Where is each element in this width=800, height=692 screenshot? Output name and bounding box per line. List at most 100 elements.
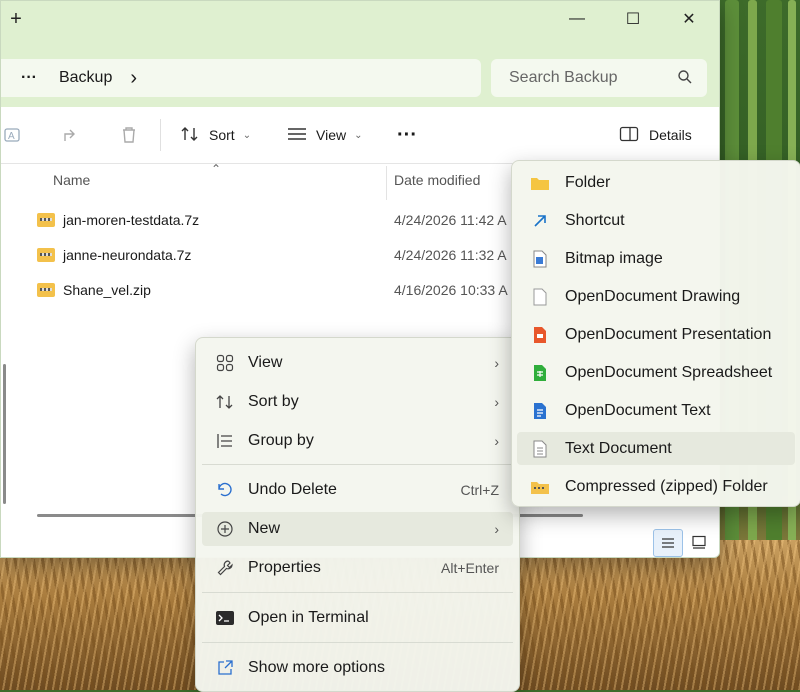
file-date: 4/24/2026 11:42 A [394, 212, 507, 228]
title-bar: + — ☐ ✕ [1, 1, 719, 49]
zip-file-icon [37, 248, 55, 262]
file-date: 4/16/2026 10:33 A [394, 282, 508, 298]
menu-item-sort-by[interactable]: Sort by › [202, 385, 513, 419]
vertical-scrollbar[interactable] [3, 364, 6, 504]
plus-circle-icon [214, 518, 236, 540]
menu-item-open-in-terminal[interactable]: Open in Terminal [202, 601, 513, 635]
menu-item-group-by[interactable]: Group by › [202, 424, 513, 458]
file-name: jan-moren-testdata.7z [63, 212, 200, 228]
zip-file-icon [37, 213, 55, 227]
terminal-icon [214, 607, 236, 629]
details-pane-button[interactable]: Details [619, 107, 692, 163]
shortcut-text: Ctrl+Z [460, 482, 500, 498]
breadcrumb-folder[interactable]: Backup [59, 69, 112, 87]
new-presentation-item[interactable]: OpenDocument Presentation [517, 318, 795, 351]
context-menu: View › Sort by › Group by › Undo Delete … [195, 337, 520, 692]
undo-icon [214, 479, 236, 501]
view-icon [286, 126, 308, 145]
details-view-button[interactable] [653, 529, 683, 557]
tiles-view-button[interactable] [685, 529, 713, 555]
txt-icon [529, 438, 551, 460]
shortcut-text: Alt+Enter [441, 560, 499, 576]
menu-separator [202, 642, 513, 643]
new-text-doc-item[interactable]: OpenDocument Text [517, 394, 795, 427]
breadcrumb-chevron-icon[interactable]: › [130, 67, 137, 90]
file-row[interactable]: Shane_vel.zip 4/16/2026 10:33 A [37, 274, 508, 306]
wrench-icon [214, 557, 236, 579]
file-date: 4/24/2026 11:32 A [394, 247, 507, 263]
chevron-right-icon: › [494, 355, 499, 371]
breadcrumb-more-button[interactable]: ··· [21, 69, 37, 87]
new-drawing-item[interactable]: OpenDocument Drawing [517, 280, 795, 313]
chevron-down-icon: ⌄ [242, 129, 252, 141]
details-label: Details [649, 127, 692, 143]
column-header-name[interactable]: Name [53, 172, 90, 188]
new-text-document-item[interactable]: Text Document [517, 432, 795, 465]
address-bar[interactable]: ··· Backup › [1, 59, 481, 97]
presentation-icon [529, 324, 551, 346]
search-icon [677, 69, 693, 90]
search-box[interactable]: Search Backup [491, 59, 707, 97]
column-header-date-modified[interactable]: Date modified [394, 172, 480, 188]
shortcut-icon [529, 210, 551, 232]
sort-ascending-icon: ⌃ [211, 162, 222, 176]
new-zip-folder-item[interactable]: Compressed (zipped) Folder [517, 470, 795, 503]
menu-item-label: Sort by [248, 393, 299, 410]
drawing-icon [529, 286, 551, 308]
zip-file-icon [37, 283, 55, 297]
view-label: View [316, 127, 347, 143]
menu-item-label: New [248, 520, 281, 537]
menu-item-new[interactable]: New › [202, 512, 513, 546]
bitmap-icon [529, 248, 551, 270]
file-name: janne-neurondata.7z [63, 247, 192, 263]
submenu-item-label: Shortcut [565, 211, 625, 229]
new-folder-item[interactable]: Folder [517, 166, 795, 199]
menu-item-label: Undo Delete [248, 481, 337, 498]
file-name: Shane_vel.zip [63, 282, 151, 298]
new-tab-button[interactable]: + [1, 1, 31, 37]
toolbar-divider [160, 119, 161, 151]
search-placeholder: Search Backup [509, 69, 618, 86]
close-button[interactable]: ✕ [661, 1, 717, 37]
svg-text:A: A [8, 131, 15, 142]
delete-icon[interactable] [119, 107, 139, 163]
submenu-item-label: OpenDocument Spreadsheet [565, 363, 773, 381]
submenu-item-label: Folder [565, 173, 611, 191]
share-icon[interactable] [61, 107, 81, 163]
menu-item-label: Open in Terminal [248, 609, 369, 626]
submenu-item-label: OpenDocument Presentation [565, 325, 772, 343]
submenu-item-label: OpenDocument Text [565, 401, 711, 419]
menu-item-show-more-options[interactable]: Show more options [202, 651, 513, 685]
see-more-button[interactable]: ··· [397, 107, 417, 163]
view-button[interactable]: View ⌄ [286, 107, 362, 163]
menu-separator [202, 464, 513, 465]
menu-item-label: Group by [248, 432, 314, 449]
sort-label: Sort [209, 127, 235, 143]
new-spreadsheet-item[interactable]: OpenDocument Spreadsheet [517, 356, 795, 389]
new-shortcut-item[interactable]: Shortcut [517, 204, 795, 237]
file-row[interactable]: janne-neurondata.7z 4/24/2026 11:32 A [37, 239, 507, 271]
minimize-button[interactable]: — [549, 1, 605, 37]
share-out-icon [214, 657, 236, 679]
submenu-item-label: Text Document [565, 439, 672, 457]
group-icon [214, 430, 236, 452]
file-row[interactable]: jan-moren-testdata.7z 4/24/2026 11:42 A [37, 204, 507, 236]
column-divider[interactable] [386, 166, 387, 200]
sort-icon [214, 391, 236, 413]
menu-item-label: Properties [248, 559, 321, 576]
new-submenu: Folder Shortcut Bitmap image OpenDocumen… [511, 160, 800, 507]
chevron-right-icon: › [494, 521, 499, 537]
menu-item-properties[interactable]: Properties Alt+Enter [202, 551, 513, 585]
rename-icon[interactable]: A [3, 107, 23, 163]
menu-item-view[interactable]: View › [202, 346, 513, 380]
sort-icon [179, 124, 201, 147]
new-bitmap-item[interactable]: Bitmap image [517, 242, 795, 275]
grid-icon [214, 352, 236, 374]
maximize-button[interactable]: ☐ [605, 1, 661, 37]
list-icon [662, 538, 674, 548]
sort-button[interactable]: Sort ⌄ [179, 107, 251, 163]
details-pane-icon [619, 126, 639, 145]
preview-icon [692, 535, 706, 549]
chevron-down-icon: ⌄ [354, 129, 363, 141]
menu-item-undo-delete[interactable]: Undo Delete Ctrl+Z [202, 473, 513, 507]
